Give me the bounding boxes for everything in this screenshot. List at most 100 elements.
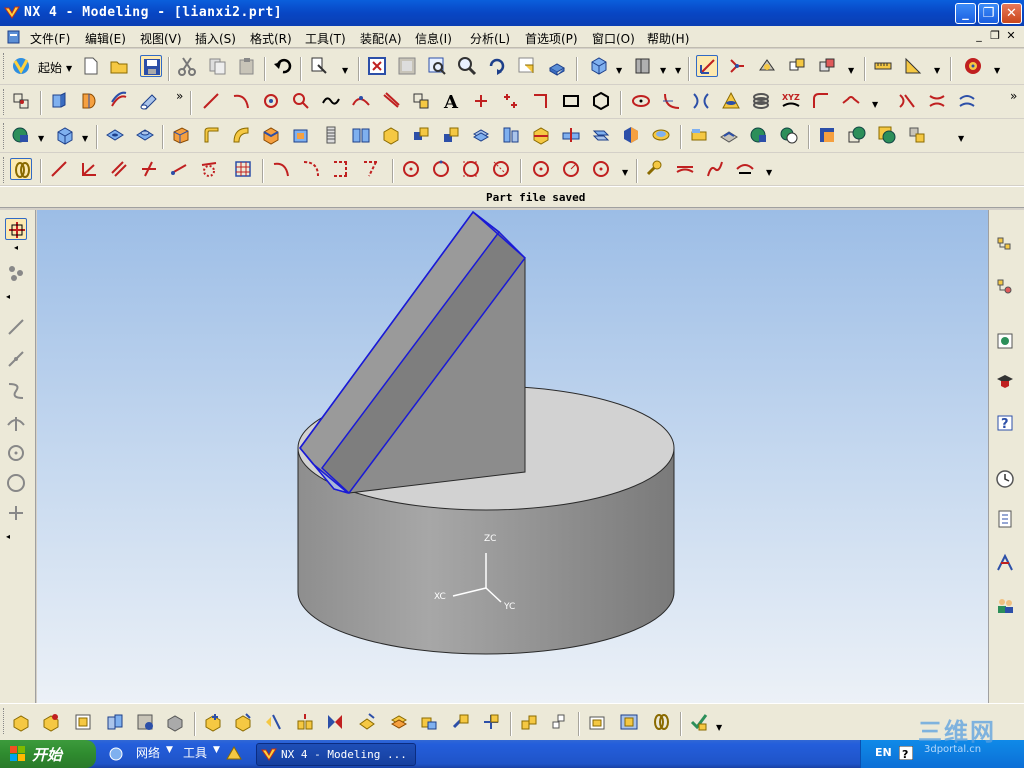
quick-extend-icon[interactable]	[674, 158, 696, 180]
new-component-icon[interactable]	[40, 711, 62, 733]
language-indicator[interactable]: EN	[875, 746, 892, 759]
chevron-down-icon[interactable]: ▼	[675, 66, 681, 75]
wave-geometry-icon[interactable]	[262, 711, 284, 733]
parallel-line-icon[interactable]	[108, 158, 130, 180]
hyperbola-icon[interactable]	[690, 90, 712, 112]
doc-restore-button[interactable]: ❐	[988, 30, 1002, 43]
menu-window[interactable]: 窗口(O)	[592, 30, 635, 47]
sketch-icon[interactable]	[10, 90, 32, 112]
exploded-view-icon[interactable]	[294, 711, 316, 733]
menu-file[interactable]: 文件(F)	[30, 30, 70, 47]
split-body-icon[interactable]	[560, 124, 582, 146]
menu-information[interactable]: 信息(I)	[415, 30, 452, 47]
menu-assembly[interactable]: 装配(A)	[360, 30, 402, 47]
fillet-curve-icon[interactable]	[810, 90, 832, 112]
patch-icon[interactable]	[410, 124, 432, 146]
chevron-down-icon[interactable]: ◂	[6, 532, 10, 541]
offset-curve-icon[interactable]	[380, 90, 402, 112]
curve-tool-icon[interactable]	[5, 380, 27, 402]
edit-curve-icon[interactable]	[956, 90, 978, 112]
component-icon[interactable]	[816, 55, 838, 77]
point-set-icon[interactable]	[470, 90, 492, 112]
arc-center-icon[interactable]	[300, 158, 322, 180]
perspective-icon[interactable]	[546, 55, 568, 77]
tube-icon[interactable]	[138, 90, 160, 112]
chevron-down-icon[interactable]: ▼	[616, 66, 622, 75]
text-tool-icon[interactable]: A	[440, 90, 462, 112]
line-angle-icon[interactable]	[78, 158, 100, 180]
menu-tools[interactable]: 工具(T)	[305, 30, 346, 47]
object-select-icon[interactable]	[5, 262, 27, 284]
help-tab-icon[interactable]: ?	[994, 412, 1016, 434]
helix-icon[interactable]	[750, 90, 772, 112]
cut-icon[interactable]	[176, 55, 198, 77]
menu-view[interactable]: 视图(V)	[140, 30, 182, 47]
route-icon[interactable]	[480, 711, 502, 733]
hole-icon[interactable]	[104, 124, 126, 146]
arc-three-point-icon[interactable]	[270, 158, 292, 180]
process-studio-tab-icon[interactable]	[994, 552, 1016, 574]
history-tab-icon[interactable]	[994, 468, 1016, 490]
unite-icon[interactable]	[688, 124, 710, 146]
wrap-geometry-icon[interactable]	[620, 124, 642, 146]
circle-point-tangent-icon[interactable]	[590, 158, 612, 180]
create-array-icon[interactable]	[72, 711, 94, 733]
menu-help[interactable]: 帮助(H)	[647, 30, 689, 47]
thread-icon[interactable]	[320, 124, 342, 146]
add-component-icon[interactable]	[10, 711, 32, 733]
fillet-sketch-icon[interactable]	[734, 158, 756, 180]
chevron-down-icon[interactable]: ▼	[342, 66, 348, 75]
assembly-navigator-tab-icon[interactable]	[994, 234, 1016, 256]
paste-icon[interactable]	[236, 55, 258, 77]
general-conic-icon[interactable]	[720, 90, 742, 112]
toolbar-grip[interactable]	[3, 157, 6, 183]
arc-fillet-icon[interactable]	[360, 158, 382, 180]
offset-region-icon[interactable]	[650, 124, 672, 146]
web-browser-tab-icon[interactable]	[994, 330, 1016, 352]
promote-body-icon[interactable]	[816, 124, 838, 146]
wave-link-icon[interactable]	[906, 124, 928, 146]
wcs-icon[interactable]	[726, 55, 748, 77]
parabola-icon[interactable]	[660, 90, 682, 112]
extrude-icon[interactable]	[48, 90, 70, 112]
training-tab-icon[interactable]	[994, 370, 1016, 392]
arc-tangent-icon[interactable]	[330, 158, 352, 180]
chevron-down-icon[interactable]: ▼	[934, 66, 940, 75]
block-icon[interactable]	[54, 124, 76, 146]
mate-component-icon[interactable]	[202, 711, 224, 733]
close-button[interactable]: ✕	[1001, 3, 1022, 24]
tangent-line-icon[interactable]	[198, 158, 220, 180]
chevron-down-icon[interactable]: ▼	[622, 168, 628, 177]
start-button[interactable]: 开始	[0, 740, 96, 768]
circle-three-point-icon[interactable]	[430, 158, 452, 180]
spline-icon[interactable]	[320, 90, 342, 112]
doc-minimize-button[interactable]: _	[972, 30, 986, 43]
toolbar-grip[interactable]	[3, 89, 6, 115]
chevron-down-icon[interactable]: ▼	[166, 745, 173, 755]
chevron-down-icon[interactable]: ▼	[660, 66, 666, 75]
view-orientation-icon[interactable]	[588, 55, 610, 77]
assembly-navigator-icon[interactable]	[786, 55, 808, 77]
snap-point-icon[interactable]	[756, 55, 778, 77]
chevron-down-icon[interactable]: ▼	[766, 168, 772, 177]
circle-tangent-icon[interactable]	[460, 158, 482, 180]
sequence-icon[interactable]	[324, 711, 346, 733]
document-icon[interactable]	[6, 29, 22, 45]
instance-icon[interactable]	[350, 124, 372, 146]
trim-curve-icon[interactable]	[896, 90, 918, 112]
swept-icon[interactable]	[108, 90, 130, 112]
roles-tab-icon[interactable]	[994, 594, 1016, 616]
toolbar-grip[interactable]	[3, 53, 6, 79]
offset-face-icon[interactable]	[470, 124, 492, 146]
edge-blend-icon[interactable]	[170, 124, 192, 146]
chevron-down-icon[interactable]: ▼	[716, 723, 722, 732]
soft-blend-icon[interactable]	[230, 124, 252, 146]
copy-icon[interactable]	[206, 55, 228, 77]
quicklaunch-icon[interactable]	[226, 745, 242, 764]
subtract-body-icon[interactable]	[876, 124, 898, 146]
validate-icon[interactable]	[688, 711, 710, 733]
network-icon[interactable]	[108, 746, 124, 765]
polygon-icon[interactable]	[590, 90, 612, 112]
rectangle-icon[interactable]	[560, 90, 582, 112]
edit-object-display-icon[interactable]	[308, 55, 330, 77]
